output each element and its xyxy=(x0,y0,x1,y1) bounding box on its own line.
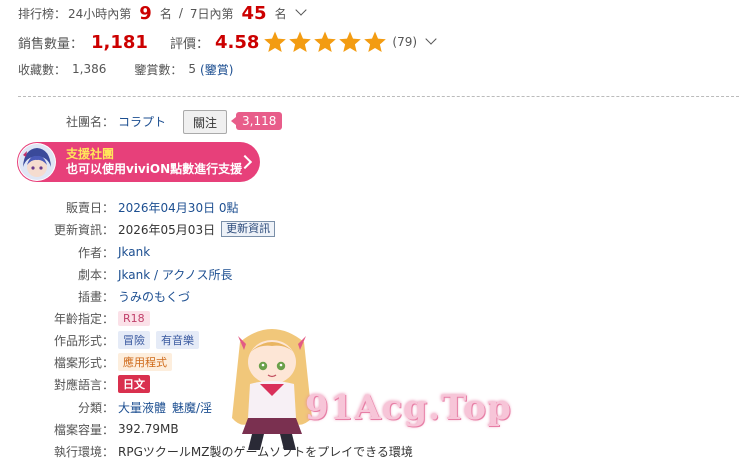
ranking-24h-prefix: 24小時內第 xyxy=(68,6,132,21)
reviews-link[interactable]: (鑒賞) xyxy=(200,61,233,78)
update-date: 2026年05月03日 xyxy=(118,222,216,237)
file-size: 392.79MB xyxy=(118,422,179,436)
update-row: 更新資訊： 2026年05月03日 更新資訊 xyxy=(18,219,418,239)
support-title: 支援社團 xyxy=(66,147,115,161)
rating-value: 4.58 xyxy=(214,31,260,53)
star-icon xyxy=(364,31,387,52)
age-label: 年齡指定： xyxy=(53,311,114,326)
star-icon xyxy=(314,31,337,52)
illust-label: 插畫： xyxy=(77,289,114,304)
age-rating-tag[interactable]: R18 xyxy=(118,310,150,326)
rating-count: (79) xyxy=(392,35,418,49)
form-row: 作品形式： 冒險 有音樂 xyxy=(18,330,418,350)
ranking-chevron-down-icon[interactable] xyxy=(294,4,307,16)
illust-link[interactable]: うみのもくづ xyxy=(118,288,190,305)
circle-name-link[interactable]: コラプト xyxy=(118,113,166,130)
age-row: 年齡指定： R18 xyxy=(18,308,418,328)
author-label: 作者： xyxy=(77,245,114,260)
ranking-24h-suffix: 名 xyxy=(159,6,172,21)
favorites-count: 1,386 xyxy=(72,62,107,76)
genre-link[interactable]: 魅魔/淫 xyxy=(172,399,212,416)
script-link[interactable]: Jkank / アクノス所長 xyxy=(118,266,233,283)
sales-label: 銷售數量： xyxy=(18,36,84,52)
circle-avatar xyxy=(18,143,56,181)
genre-link[interactable]: 大量液體 xyxy=(118,399,166,416)
support-circle-banner[interactable]: 支援社團 也可以使用viviON點數進行支援 xyxy=(17,142,260,182)
illust-row: 插畫： うみのもくづ xyxy=(18,286,418,306)
ranking-label: 排行榜： xyxy=(18,6,67,21)
watermark-text: 91Acg.Top xyxy=(305,388,512,428)
release-label: 販賣日： xyxy=(65,200,114,215)
rating-label: 評價： xyxy=(169,36,209,52)
favorites-label: 收藏數： xyxy=(18,62,67,77)
star-icon xyxy=(264,31,287,52)
mascot-illustration xyxy=(232,329,312,450)
file-row: 檔案形式： 應用程式 xyxy=(18,352,418,372)
sales-row: 銷售數量： 1,181 評價： 4.58 (79) xyxy=(18,29,437,55)
follow-button[interactable]: 關注 xyxy=(183,110,227,134)
lang-label: 對應語言： xyxy=(53,377,114,392)
file-format-tag[interactable]: 應用程式 xyxy=(118,353,172,371)
update-info-button[interactable]: 更新資訊 xyxy=(221,221,276,237)
size-label: 檔案容量： xyxy=(53,422,114,437)
collection-row: 收藏數： 1,386 鑒賞數： 5 (鑒賞) xyxy=(18,60,233,78)
author-row: 作者： Jkank xyxy=(18,242,418,262)
form-tag[interactable]: 冒險 xyxy=(118,331,150,349)
rating-stars xyxy=(263,30,388,54)
script-label: 劇本： xyxy=(77,267,114,282)
support-subtitle: 也可以使用viviON點數進行支援 xyxy=(66,162,243,176)
form-label: 作品形式： xyxy=(53,333,114,348)
release-row: 販賣日： 2026年04月30日 0點 xyxy=(18,197,418,217)
ranking-7d-number: 45 xyxy=(241,2,267,24)
rating-chevron-down-icon[interactable] xyxy=(425,33,437,45)
follow-count-badge: 3,118 xyxy=(230,112,283,130)
env-label: 執行環境： xyxy=(53,444,114,459)
circle-label: 社團名： xyxy=(65,114,114,129)
script-row: 劇本： Jkank / アクノス所長 xyxy=(18,264,418,284)
star-icon xyxy=(339,31,362,52)
reviews-label: 鑒賞數： xyxy=(134,62,183,77)
release-date-link[interactable]: 2026年04月30日 0點 xyxy=(118,199,239,216)
update-label: 更新資訊： xyxy=(53,222,114,237)
section-divider xyxy=(18,96,739,97)
file-label: 檔案形式： xyxy=(53,355,114,370)
form-tag[interactable]: 有音樂 xyxy=(156,331,199,349)
sales-count: 1,181 xyxy=(91,31,148,53)
genre-label: 分類： xyxy=(77,400,114,415)
reviews-count: 5 xyxy=(188,62,197,76)
ranking-24h-number: 9 xyxy=(139,2,152,24)
ranking-row: 排行榜： 24小時內第 9 名 / 7日內第 45 名 xyxy=(18,2,307,24)
ranking-7d-prefix: 7日內第 xyxy=(189,6,234,21)
ranking-separator: / xyxy=(178,6,183,20)
language-tag[interactable]: 日文 xyxy=(118,375,150,393)
star-icon xyxy=(289,31,312,52)
author-link[interactable]: Jkank xyxy=(118,245,150,259)
ranking-7d-suffix: 名 xyxy=(274,6,287,21)
